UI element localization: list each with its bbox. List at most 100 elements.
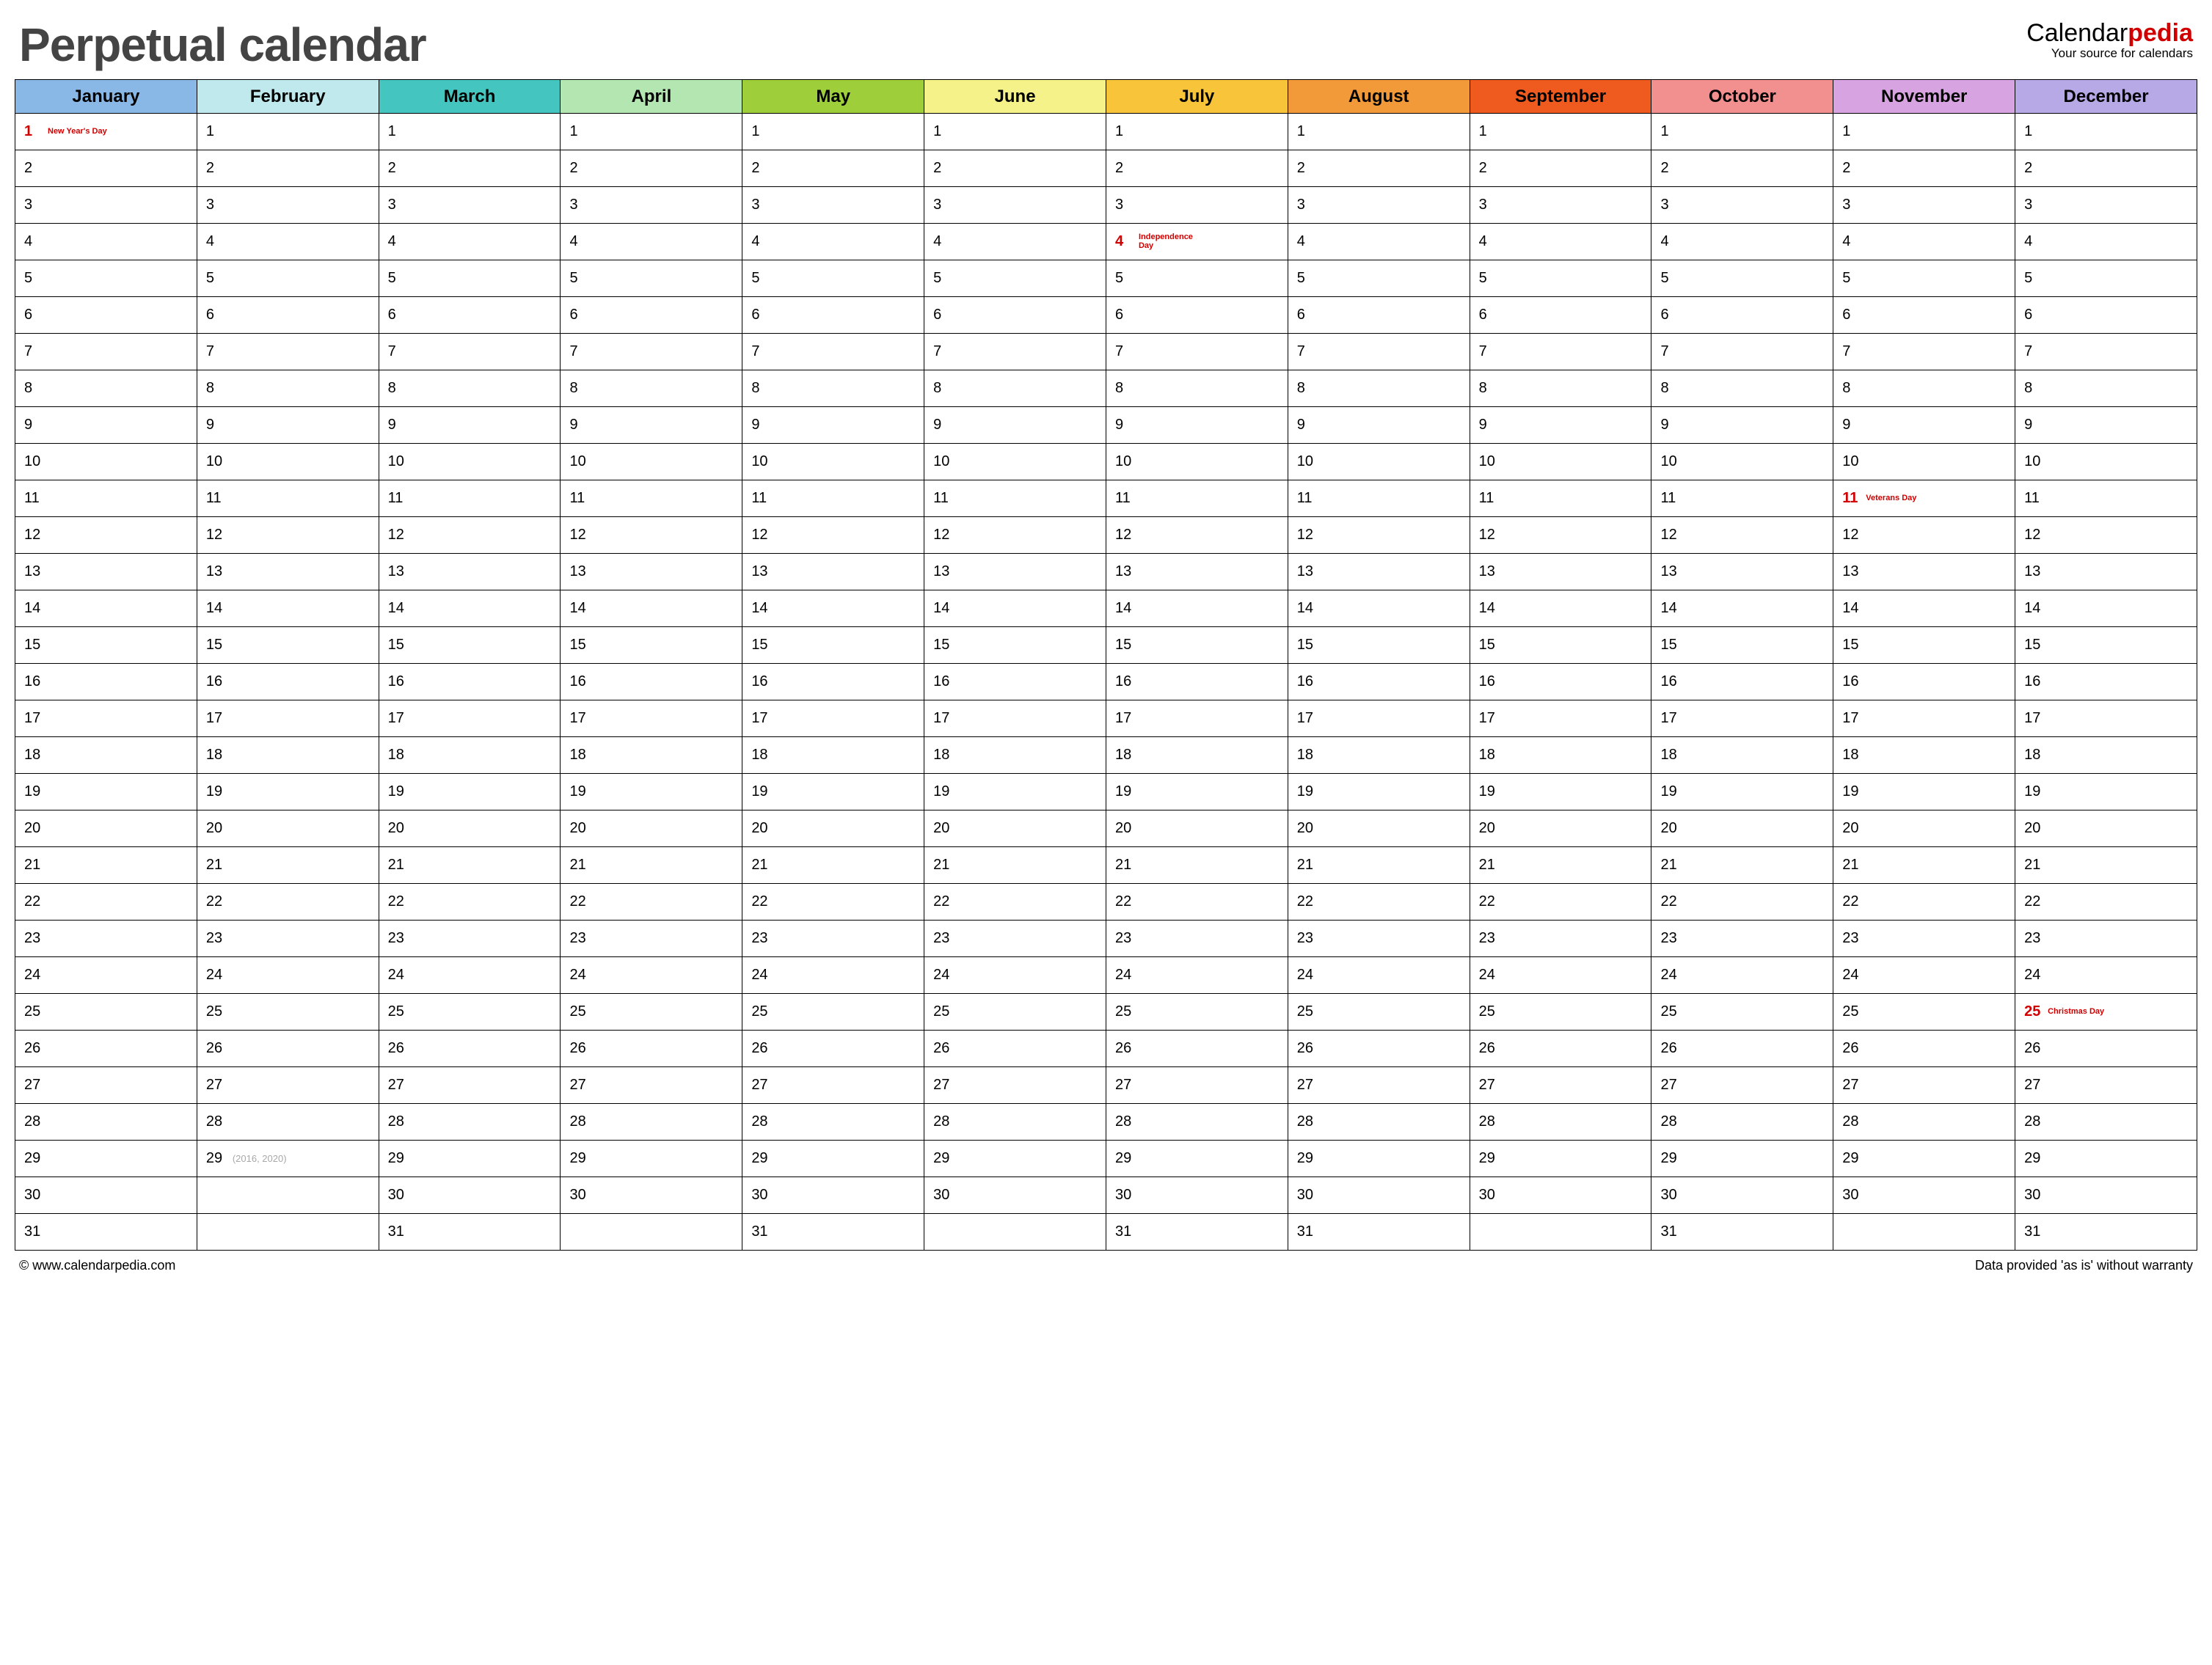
day-cell: 28: [742, 1104, 924, 1141]
day-number: 23: [1115, 930, 1133, 947]
day-cell: 6: [561, 297, 742, 334]
day-cell: 8: [1288, 370, 1470, 407]
day-cell: 9: [561, 407, 742, 444]
day-cell: 10: [1833, 444, 2015, 480]
day-number: 22: [1660, 893, 1678, 910]
day-number: 6: [1115, 307, 1133, 323]
day-cell: 18: [1470, 737, 1651, 774]
day-cell: 1: [742, 114, 924, 150]
day-cell: 11: [379, 480, 561, 517]
day-cell: 3: [924, 187, 1106, 224]
day-number: 17: [1660, 710, 1678, 727]
month-header: August: [1288, 80, 1470, 114]
day-number: 22: [388, 893, 406, 910]
day-cell: 8: [924, 370, 1106, 407]
day-number: 7: [1660, 343, 1678, 360]
day-number: 4: [1842, 233, 1860, 250]
day-cell: 13: [1651, 554, 1833, 590]
day-number: 14: [1297, 600, 1315, 617]
day-cell: 20: [15, 810, 197, 847]
day-number: 31: [24, 1223, 42, 1240]
day-cell: 7: [15, 334, 197, 370]
day-cell: 21: [197, 847, 379, 884]
day-cell: 23: [742, 921, 924, 957]
day-number: 14: [1115, 600, 1133, 617]
day-number: 31: [2024, 1223, 2042, 1240]
day-cell: 26: [379, 1031, 561, 1067]
day-cell: 26: [2015, 1031, 2197, 1067]
day-cell: 21: [1106, 847, 1288, 884]
day-number: 5: [569, 270, 587, 287]
day-cell: 10: [742, 444, 924, 480]
day-number: 30: [1660, 1187, 1678, 1204]
day-cell: 10: [379, 444, 561, 480]
day-cell: 4: [561, 224, 742, 260]
day-cell: 28: [1651, 1104, 1833, 1141]
day-number: 19: [388, 783, 406, 800]
day-number: 30: [388, 1187, 406, 1204]
day-cell: 26: [924, 1031, 1106, 1067]
day-number: 22: [206, 893, 224, 910]
day-number: 25: [2024, 1003, 2042, 1020]
day-cell: 19: [379, 774, 561, 810]
day-number: 23: [1479, 930, 1497, 947]
day-number: 18: [1842, 747, 1860, 764]
day-number: 18: [1479, 747, 1497, 764]
day-number: 19: [206, 783, 224, 800]
day-number: 4: [2024, 233, 2042, 250]
day-row: 272727272727272727272727: [15, 1067, 2197, 1104]
day-number: 22: [933, 893, 951, 910]
day-cell: 15: [561, 627, 742, 664]
day-number: 2: [569, 160, 587, 177]
day-cell: 3: [1288, 187, 1470, 224]
day-cell: 9: [379, 407, 561, 444]
day-cell: 6: [1833, 297, 2015, 334]
day-cell: 6: [2015, 297, 2197, 334]
day-number: 2: [1842, 160, 1860, 177]
day-cell: 27: [1470, 1067, 1651, 1104]
day-cell: 27: [15, 1067, 197, 1104]
day-cell: 11: [1106, 480, 1288, 517]
day-number: 27: [569, 1077, 587, 1094]
day-cell: 31: [1106, 1214, 1288, 1251]
day-cell: 13: [1470, 554, 1651, 590]
day-cell: 31: [15, 1214, 197, 1251]
day-cell: 6: [1651, 297, 1833, 334]
day-number: 14: [1842, 600, 1860, 617]
day-row: 2929(2016, 2020)29292929292929292929: [15, 1141, 2197, 1177]
day-cell: 31: [1651, 1214, 1833, 1251]
day-cell: 19: [1833, 774, 2015, 810]
day-row: 121212121212121212121212: [15, 517, 2197, 554]
day-cell: 19: [1470, 774, 1651, 810]
day-number: 2: [24, 160, 42, 177]
day-number: 5: [206, 270, 224, 287]
day-cell: 4Independence Day: [1106, 224, 1288, 260]
day-number: 8: [933, 380, 951, 397]
day-cell: 21: [1288, 847, 1470, 884]
day-number: 1: [388, 123, 406, 140]
day-number: 16: [1842, 673, 1860, 690]
day-cell: 24: [379, 957, 561, 994]
day-cell: 13: [742, 554, 924, 590]
day-cell: 24: [1470, 957, 1651, 994]
day-number: 21: [933, 857, 951, 874]
day-cell: 29: [1833, 1141, 2015, 1177]
day-cell: 17: [1833, 700, 2015, 737]
day-number: 23: [206, 930, 224, 947]
day-number: 30: [1842, 1187, 1860, 1204]
day-number: 23: [1842, 930, 1860, 947]
day-number: 29: [1297, 1150, 1315, 1167]
day-number: 17: [1479, 710, 1497, 727]
day-number: 4: [933, 233, 951, 250]
day-cell: 19: [2015, 774, 2197, 810]
day-cell: 21: [2015, 847, 2197, 884]
day-cell: 2: [1288, 150, 1470, 187]
day-number: 31: [1660, 1223, 1678, 1240]
day-number: 20: [206, 820, 224, 837]
day-cell: 10: [924, 444, 1106, 480]
day-cell: 5: [1833, 260, 2015, 297]
day-number: 25: [388, 1003, 406, 1020]
day-cell: 21: [15, 847, 197, 884]
day-number: 29: [1842, 1150, 1860, 1167]
day-cell: 14: [1651, 590, 1833, 627]
